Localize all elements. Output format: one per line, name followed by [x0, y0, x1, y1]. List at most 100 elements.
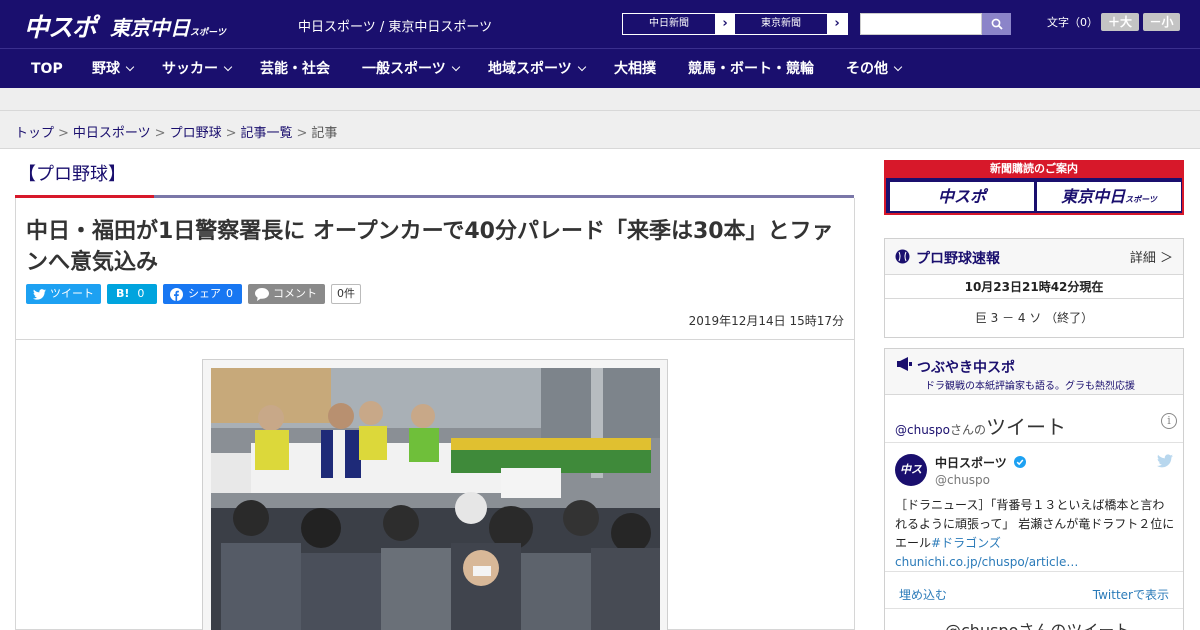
tweets-by-handle: @chuspo [895, 423, 951, 437]
tokyo-logo-main: 東京中日 [110, 16, 190, 40]
subscribe-chuspo-button[interactable]: 中スポ [890, 182, 1034, 211]
breadcrumb-separator: > [154, 126, 166, 141]
chunichi-shimbun-link[interactable]: 中日新聞 › [622, 13, 736, 35]
nav-general-sports-label: 一般スポーツ [362, 61, 446, 77]
breadcrumb: トップ > 中日スポーツ > プロ野球 > 記事一覧 > 記事 [15, 122, 337, 141]
parade-photo-illustration [211, 368, 660, 630]
search-icon [991, 18, 1003, 30]
tokyo-logo-sub: スポーツ [190, 28, 226, 38]
subscribe-tokyo-button[interactable]: 東京中日スポーツ [1037, 182, 1181, 211]
facebook-share-button[interactable]: シェア 0 [163, 284, 242, 304]
chevron-down-icon [893, 62, 903, 72]
nav-baseball[interactable]: 野球 [92, 49, 135, 89]
nav-sumo-label: 大相撲 [614, 61, 656, 77]
nav-general-sports[interactable]: 一般スポーツ [362, 49, 460, 89]
embed-link[interactable]: 埋め込む [899, 586, 947, 603]
score-timestamp: 10月23日21時42分現在 [885, 275, 1183, 299]
baseball-scores-header: プロ野球速報 詳細 ＞ [885, 239, 1183, 275]
breadcrumb-article-list[interactable]: 記事一覧 [241, 126, 293, 141]
tweet-footer-divider [885, 571, 1183, 572]
info-icon[interactable]: i [1161, 413, 1177, 429]
chevron-down-icon [451, 62, 460, 72]
score-line[interactable]: 巨 3 － 4 ソ （終了） [885, 299, 1183, 337]
avatar[interactable]: 中スポ [895, 454, 927, 508]
breadcrumb-top[interactable]: トップ [15, 126, 54, 141]
subscribe-tokyo-main: 東京中日 [1061, 187, 1126, 206]
twitter-widget: つぶやき中スポ ドラ観戦の本紙評論家も語る。グラも熱烈応援 @chuspoさんの… [884, 348, 1184, 630]
tokyo-shimbun-link[interactable]: 東京新聞 › [734, 13, 848, 35]
tweet-divider [885, 442, 1183, 443]
breadcrumb-bar: トップ > 中日スポーツ > プロ野球 > 記事一覧 > 記事 [0, 111, 1200, 149]
hatena-count: 0 [137, 287, 145, 300]
verified-badge-icon [1013, 456, 1026, 468]
font-size-label: 文字（0） [1047, 16, 1098, 29]
facebook-share-count: 0 [226, 287, 233, 300]
tweet-bottom-divider [885, 608, 1183, 609]
chevron-down-icon [223, 62, 233, 72]
tweets-by-footer: @chuspoさんのツイート [945, 617, 1130, 630]
baseball-scores-title: プロ野球速報 [916, 251, 1000, 267]
comment-button[interactable]: コメント [248, 284, 325, 304]
hatena-bookmark-button[interactable]: B! 0 [107, 284, 157, 304]
search-input[interactable] [860, 13, 982, 35]
nav-racing-label: 競馬・ボート・競輪 [688, 61, 814, 77]
chevron-right-icon: › [827, 14, 847, 34]
megaphone-icon [897, 357, 912, 371]
baseball-icon [895, 249, 910, 264]
site-title[interactable]: 中日スポーツ / 東京中日スポーツ [298, 16, 492, 35]
article-photo[interactable] [211, 368, 660, 630]
view-on-twitter-link[interactable]: Twitterで表示 [1093, 586, 1169, 603]
facebook-icon [170, 287, 183, 301]
main-nav: TOP 野球 サッカー 芸能・社会 一般スポーツ 地域スポーツ 大相撲 競馬・ボ… [0, 48, 1200, 88]
breadcrumb-pro-baseball[interactable]: プロ野球 [170, 126, 222, 141]
nav-other[interactable]: その他 [846, 49, 903, 89]
breadcrumb-current: 記事 [311, 126, 338, 141]
breadcrumb-separator: > [225, 126, 237, 141]
breadcrumb-separator: > [58, 126, 69, 141]
article-divider [16, 339, 854, 340]
nav-racing[interactable]: 競馬・ボート・競輪 [688, 49, 814, 89]
tokyo-shimbun-label: 東京新聞 [761, 18, 801, 29]
baseball-scores-widget: プロ野球速報 詳細 ＞ 10月23日21時42分現在 巨 3 － 4 ソ （終了… [884, 238, 1184, 338]
comment-bubble-icon [255, 287, 269, 301]
tweets-by-header[interactable]: @chuspoさんのツイート [895, 411, 1066, 440]
chuspo-logo[interactable]: 中スポ [24, 8, 97, 44]
tweets-by-label: ツイート [986, 415, 1067, 439]
font-larger-button[interactable]: ＋大 [1101, 13, 1139, 31]
facebook-share-label: シェア [188, 287, 221, 300]
twitter-widget-header: つぶやき中スポ ドラ観戦の本紙評論家も語る。グラも熱烈応援 [885, 349, 1183, 395]
nav-sumo[interactable]: 大相撲 [614, 49, 656, 89]
tweet-author-name-text: 中日スポーツ [935, 456, 1007, 470]
tweet-author-handle[interactable]: @chuspo [935, 473, 990, 487]
tweet-label: ツイート [50, 287, 94, 300]
subscription-banner[interactable]: 新聞購読のご案内 中スポ 東京中日スポーツ [884, 160, 1184, 215]
tweet-author-name[interactable]: 中日スポーツ [935, 454, 1026, 471]
tokyo-chunichi-logo[interactable]: 東京中日スポーツ [110, 12, 226, 41]
nav-top[interactable]: TOP [31, 49, 63, 89]
nav-local-sports[interactable]: 地域スポーツ [488, 49, 586, 89]
nav-soccer[interactable]: サッカー [162, 49, 233, 89]
font-smaller-button[interactable]: －小 [1143, 13, 1180, 31]
chevron-down-icon [125, 62, 135, 72]
breadcrumb-separator: > [296, 126, 308, 141]
tweets-by-suffix: さんの [950, 423, 987, 437]
tweet-text: ［ドラニュース］「背番号１３といえば橋本と言われるように頑張って」 岩瀬さんが竜… [895, 496, 1175, 572]
breadcrumb-chuspo[interactable]: 中日スポーツ [73, 126, 151, 141]
sub-strip [0, 88, 1200, 111]
comment-count[interactable]: 0件 [331, 284, 361, 304]
subscribe-tokyo-sub: スポーツ [1125, 195, 1157, 204]
twitter-bird-icon[interactable] [1157, 454, 1173, 468]
tweet-button[interactable]: ツイート [26, 284, 101, 304]
subscription-banner-title: 新聞購読のご案内 [886, 160, 1182, 178]
nav-entertainment-label: 芸能・社会 [260, 61, 330, 77]
chevron-right-icon: › [715, 14, 735, 34]
publish-date: 2019年12月14日 15時17分 [688, 314, 844, 328]
search-button[interactable] [982, 13, 1011, 35]
top-bar: 中スポ 東京中日スポーツ 中日スポーツ / 東京中日スポーツ 中日新聞 › 東京… [0, 0, 1200, 48]
baseball-detail-link[interactable]: 詳細 ＞ [1130, 247, 1173, 266]
nav-other-label: その他 [846, 61, 888, 77]
article-category: 【プロ野球】 [18, 164, 126, 185]
nav-baseball-label: 野球 [92, 61, 120, 77]
nav-entertainment[interactable]: 芸能・社会 [260, 49, 330, 89]
twitter-widget-subtitle: ドラ観戦の本紙評論家も語る。グラも熱烈応援 [925, 381, 1135, 392]
